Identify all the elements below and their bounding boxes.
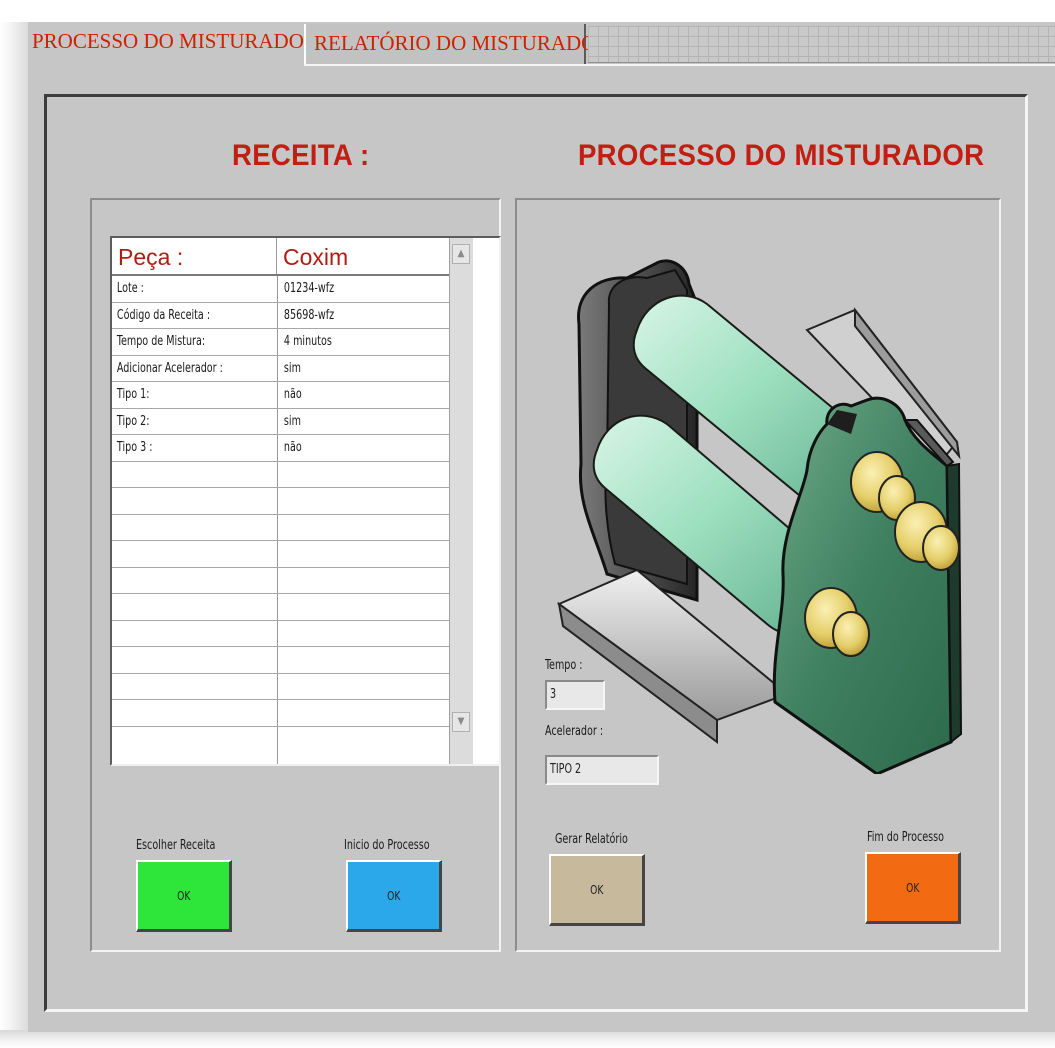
acelerador-value: TIPO 2 bbox=[550, 762, 582, 777]
table-row[interactable] bbox=[112, 674, 449, 700]
row-label-cell bbox=[112, 488, 276, 514]
row-label-cell bbox=[112, 568, 276, 594]
table-row[interactable] bbox=[112, 647, 449, 674]
row-value-cell bbox=[279, 462, 443, 488]
row-value-cell bbox=[279, 594, 443, 620]
row-label-cell: Adicionar Acelerador : bbox=[116, 360, 223, 376]
row-label-cell bbox=[112, 621, 276, 647]
table-vertical-scrollbar[interactable]: ▲ ▼ bbox=[449, 238, 473, 764]
window-shadow-bottom bbox=[0, 1030, 1055, 1048]
row-label-cell: Tempo de Mistura: bbox=[116, 334, 206, 349]
escolher-receita-label: Escolher Receita bbox=[136, 838, 216, 853]
tab-strip: PROCESSO DO MISTURADOR RELATÓRIO DO MIST… bbox=[28, 22, 1055, 66]
acelerador-label: Acelerador : bbox=[545, 724, 604, 739]
escolher-receita-button[interactable]: OK bbox=[136, 860, 232, 932]
tempo-value: 3 bbox=[550, 687, 557, 702]
row-label-cell bbox=[112, 674, 276, 700]
recipe-table[interactable]: Peça : Coxim Lote : 01234-wfz Código da Re… bbox=[110, 236, 501, 766]
table-row[interactable] bbox=[112, 568, 449, 594]
row-label-cell: Tipo 3 : bbox=[116, 440, 153, 455]
tab-strip-baseline bbox=[304, 64, 1055, 66]
table-row[interactable] bbox=[112, 541, 449, 568]
window-shadow-left bbox=[0, 22, 28, 1034]
row-value-cell bbox=[279, 488, 443, 514]
panel-window: PROCESSO DO MISTURADOR RELATÓRIO DO MIST… bbox=[28, 22, 1055, 1032]
tempo-label: Tempo : bbox=[545, 658, 583, 673]
inicio-processo-button-text: OK bbox=[386, 888, 401, 903]
inicio-processo-label: Inicio do Processo bbox=[344, 838, 430, 853]
row-value-cell bbox=[279, 700, 443, 726]
gerar-relatorio-button[interactable]: OK bbox=[549, 854, 645, 926]
tab-processo-do-misturador[interactable]: PROCESSO DO MISTURADOR bbox=[28, 22, 318, 66]
row-value-cell: sim bbox=[283, 360, 301, 376]
acelerador-indicator: TIPO 2 bbox=[545, 755, 659, 785]
table-row[interactable] bbox=[112, 621, 449, 647]
row-label-cell: Lote : bbox=[116, 281, 144, 296]
row-label-cell bbox=[112, 700, 276, 726]
header-label-cell: Peça : bbox=[112, 238, 277, 274]
row-label-cell bbox=[112, 541, 276, 567]
tab-strip-filler bbox=[588, 26, 1055, 63]
app-window: PROCESSO DO MISTURADOR RELATÓRIO DO MIST… bbox=[0, 0, 1055, 1048]
header-value-cell: Coxim bbox=[283, 244, 349, 270]
table-row[interactable] bbox=[112, 594, 449, 621]
table-row[interactable]: Tempo de Mistura: 4 minutos bbox=[112, 329, 449, 356]
process-heading: PROCESSO DO MISTURADOR bbox=[578, 139, 985, 172]
row-value-cell bbox=[279, 515, 443, 541]
table-row[interactable]: Tipo 3 : não bbox=[112, 435, 449, 462]
row-value-cell: 01234-wfz bbox=[283, 281, 335, 296]
main-frame: RECEITA : PROCESSO DO MISTURADOR Peça : … bbox=[44, 94, 1028, 1012]
table-row[interactable] bbox=[112, 700, 449, 727]
table-row[interactable] bbox=[112, 462, 449, 488]
recipe-table-header: Peça : Coxim bbox=[112, 238, 449, 276]
recipe-panel: Peça : Coxim Lote : 01234-wfz Código da Re… bbox=[90, 198, 501, 952]
table-row[interactable]: Tipo 1: não bbox=[112, 382, 449, 409]
table-row[interactable]: Lote : 01234-wfz bbox=[112, 276, 449, 303]
row-label-cell bbox=[112, 462, 276, 488]
row-value-cell: não bbox=[283, 387, 302, 402]
row-label-cell bbox=[112, 594, 276, 620]
table-row[interactable]: Código da Receita : 85698-wfz bbox=[112, 303, 449, 329]
fim-processo-label: Fim do Processo bbox=[867, 830, 945, 845]
row-value-cell bbox=[279, 541, 443, 567]
row-value-cell bbox=[279, 568, 443, 594]
row-value-cell: não bbox=[283, 440, 302, 455]
row-value-cell bbox=[279, 621, 443, 647]
table-row[interactable] bbox=[112, 515, 449, 541]
gerar-relatorio-label: Gerar Relatório bbox=[555, 832, 628, 847]
fim-processo-button[interactable]: OK bbox=[865, 852, 961, 924]
scroll-down-arrow-icon[interactable]: ▼ bbox=[452, 712, 470, 732]
row-value-cell bbox=[279, 647, 443, 673]
escolher-receita-button-text: OK bbox=[176, 888, 191, 903]
row-value-cell: 4 minutos bbox=[283, 334, 332, 349]
row-label-cell: Tipo 2: bbox=[116, 413, 150, 429]
row-value-cell: sim bbox=[283, 413, 301, 429]
table-row[interactable]: Adicionar Acelerador : sim bbox=[112, 356, 449, 382]
row-label-cell bbox=[112, 647, 276, 673]
table-row[interactable]: Tipo 2: sim bbox=[112, 409, 449, 435]
tab-relatorio-do-misturador[interactable]: RELATÓRIO DO MISTURADOR bbox=[304, 24, 610, 66]
inicio-processo-button[interactable]: OK bbox=[346, 860, 442, 932]
gerar-relatorio-button-text: OK bbox=[589, 882, 604, 897]
recipe-table-body: Lote : 01234-wfz Código da Receita : 85698-… bbox=[112, 276, 449, 746]
process-panel: Tempo : 3 Acelerador : TIPO 2 Gerar Rela… bbox=[515, 198, 1001, 952]
tempo-indicator: 3 bbox=[545, 680, 605, 710]
row-label-cell: Tipo 1: bbox=[116, 387, 150, 402]
row-value-cell bbox=[279, 674, 443, 700]
fim-processo-button-text: OK bbox=[905, 880, 920, 895]
row-label-cell: Código da Receita : bbox=[116, 307, 211, 323]
row-value-cell: 85698-wfz bbox=[283, 307, 335, 323]
table-row[interactable] bbox=[112, 488, 449, 515]
recipe-heading: RECEITA : bbox=[232, 139, 370, 172]
row-label-cell bbox=[112, 515, 276, 541]
scroll-up-arrow-icon[interactable]: ▲ bbox=[452, 244, 470, 264]
